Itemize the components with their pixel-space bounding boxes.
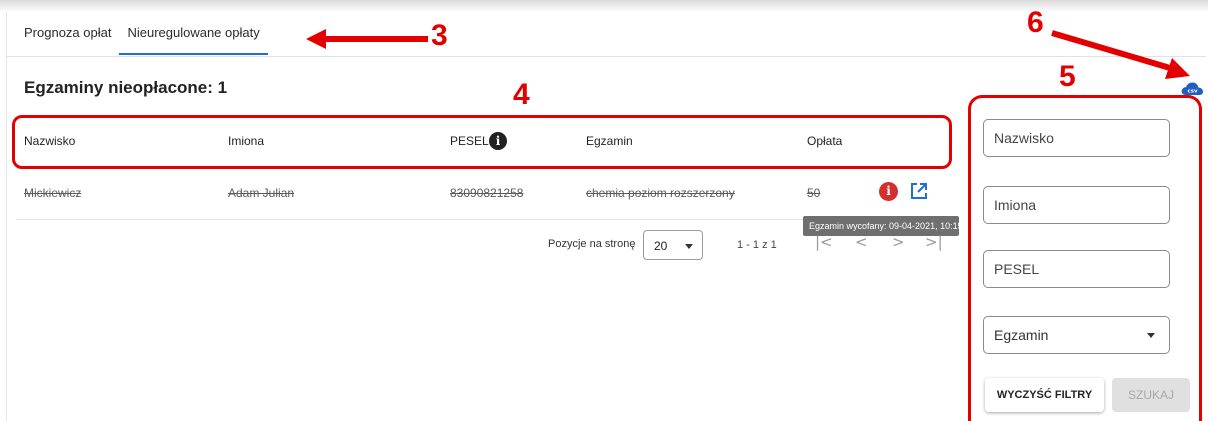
arrow-6-shaft [1051,30,1171,71]
arrow-6-head-icon [1165,58,1190,79]
arrow-3-head-icon [306,29,326,49]
page: Prognoza opłat Nieuregulowane opłaty Egz… [0,0,1208,421]
annotation-arrows [306,29,1190,79]
